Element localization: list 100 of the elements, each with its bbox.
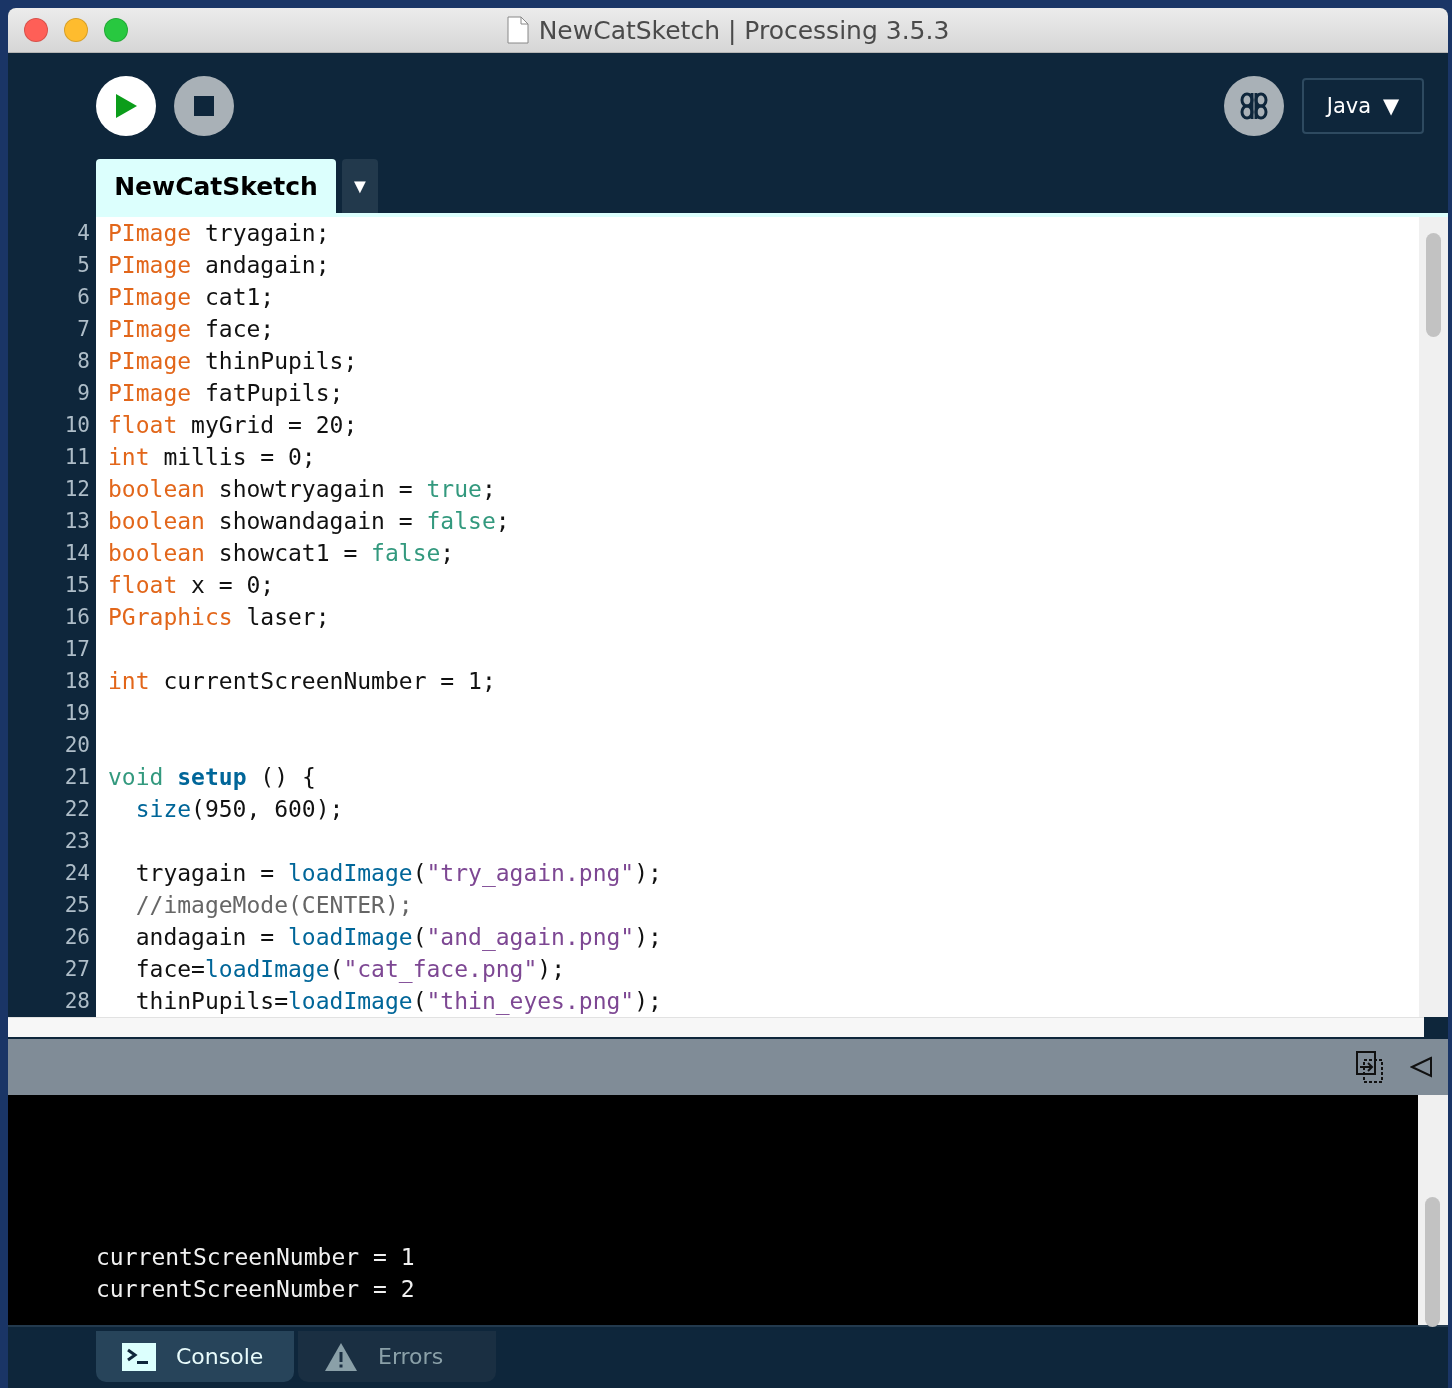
- play-icon: [114, 93, 138, 119]
- line-number: 20: [63, 732, 91, 759]
- code-token: andagain;: [203, 252, 330, 278]
- document-icon: [506, 16, 529, 44]
- zoom-button[interactable]: [104, 18, 128, 42]
- code-token: boolean: [108, 540, 205, 566]
- line-number: 17: [63, 636, 91, 663]
- code-token: face=: [135, 956, 205, 982]
- code-token: (: [412, 988, 427, 1014]
- line-number: 16: [63, 604, 91, 631]
- code-token: showcat1 =: [217, 540, 359, 566]
- mode-dropdown[interactable]: Java ▼: [1302, 78, 1424, 134]
- line-number: 7: [76, 316, 91, 343]
- panel-tab[interactable]: Errors: [298, 1331, 496, 1382]
- code-token: currentScreenNumber = 1;: [162, 668, 496, 694]
- code-token: "try_again.png": [426, 860, 635, 886]
- code-token: andagain =: [135, 924, 276, 950]
- line-number: 26: [63, 924, 91, 951]
- code-token: int: [108, 668, 150, 694]
- panel-tab[interactable]: Console: [96, 1331, 294, 1382]
- line-number: 11: [63, 444, 91, 471]
- code-token: setup: [177, 764, 247, 790]
- debug-button[interactable]: [1224, 76, 1284, 136]
- code-token: PImage: [108, 252, 192, 278]
- sketch-tab[interactable]: NewCatSketch: [96, 159, 336, 213]
- code-token: );: [634, 988, 662, 1014]
- warning-icon: [324, 1341, 358, 1372]
- line-number: 22: [63, 796, 91, 823]
- line-number: 23: [63, 828, 91, 855]
- code-token: //imageMode(CENTER);: [135, 892, 413, 918]
- minimize-button[interactable]: [64, 18, 88, 42]
- code-token: (950, 600);: [191, 796, 344, 822]
- copy-icon[interactable]: [1356, 1051, 1384, 1083]
- line-number: 8: [76, 348, 91, 375]
- code-token: tryagain =: [135, 860, 276, 886]
- code-token: millis = 0;: [162, 444, 316, 470]
- code-token: float: [108, 572, 178, 598]
- code-token: showandagain =: [217, 508, 414, 534]
- code-token: loadImage: [204, 956, 330, 982]
- collapse-icon[interactable]: [1410, 1056, 1432, 1078]
- code-token: );: [537, 956, 565, 982]
- close-button[interactable]: [24, 18, 48, 42]
- console-line: currentScreenNumber = 2: [96, 1275, 416, 1304]
- code-token: int: [108, 444, 150, 470]
- code-token: () {: [259, 764, 316, 790]
- code-token: "thin_eyes.png": [426, 988, 635, 1014]
- code-token: ;: [440, 540, 455, 566]
- code-token: ;: [495, 508, 510, 534]
- code-token: (: [412, 860, 427, 886]
- code-token: ;: [481, 476, 496, 502]
- run-button[interactable]: [96, 76, 156, 136]
- editor-scrollbar[interactable]: [1419, 213, 1448, 1017]
- stop-icon: [194, 96, 214, 116]
- code-token: size: [135, 796, 192, 822]
- code-token: boolean: [108, 476, 205, 502]
- terminal-icon: [122, 1342, 156, 1371]
- code-token: );: [634, 860, 662, 886]
- code-token: loadImage: [288, 860, 413, 886]
- code-token: PImage: [108, 284, 192, 310]
- line-number: 28: [63, 988, 91, 1015]
- stop-button[interactable]: [174, 76, 234, 136]
- line-number: 10: [63, 412, 91, 439]
- line-number: 4: [76, 220, 91, 247]
- line-number: 24: [63, 860, 91, 887]
- code-token: fatPupils;: [203, 380, 344, 406]
- scrollbar-thumb[interactable]: [1425, 1197, 1440, 1327]
- code-token: laser;: [245, 604, 330, 630]
- code-token: (: [412, 924, 427, 950]
- code-token: PGraphics: [108, 604, 233, 630]
- code-token: PImage: [108, 380, 192, 406]
- line-number: 6: [76, 284, 91, 311]
- code-token: myGrid = 20;: [190, 412, 358, 438]
- code-token: loadImage: [288, 924, 413, 950]
- line-number: 18: [63, 668, 91, 695]
- line-number: 27: [63, 956, 91, 983]
- code-token: PImage: [108, 220, 192, 246]
- console-line: currentScreenNumber = 1: [96, 1243, 416, 1272]
- tab-menu-button[interactable]: ▼: [342, 159, 378, 213]
- code-token: loadImage: [288, 988, 413, 1014]
- line-number: 9: [76, 380, 91, 407]
- code-token: showtryagain =: [217, 476, 414, 502]
- line-number: 21: [63, 764, 91, 791]
- console-scrollbar[interactable]: [1418, 1095, 1448, 1325]
- line-number: 14: [63, 540, 91, 567]
- code-token: );: [634, 924, 662, 950]
- code-token: PImage: [108, 348, 192, 374]
- scrollbar-thumb[interactable]: [1426, 233, 1441, 337]
- code-token: true: [426, 476, 482, 502]
- code-token: void: [108, 764, 165, 790]
- code-token: PImage: [108, 316, 192, 342]
- line-number: 5: [76, 252, 91, 279]
- code-token: boolean: [108, 508, 205, 534]
- code-token: float: [108, 412, 178, 438]
- code-token: cat1;: [203, 284, 275, 310]
- code-token: false: [371, 540, 441, 566]
- code-token: (: [329, 956, 344, 982]
- code-token: "cat_face.png": [343, 956, 538, 982]
- line-number: 25: [63, 892, 91, 919]
- line-number: 12: [63, 476, 91, 503]
- line-number: 19: [63, 700, 91, 727]
